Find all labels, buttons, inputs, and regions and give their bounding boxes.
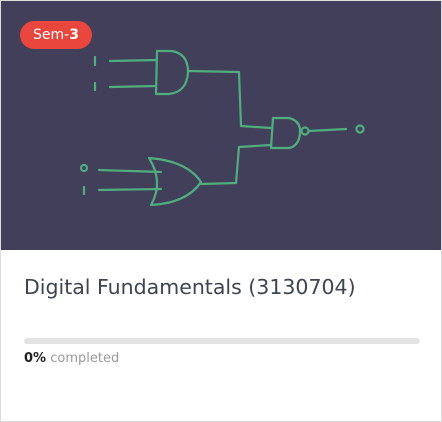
semester-badge: Sem-3	[20, 21, 92, 49]
progress-status: 0% completed	[24, 350, 119, 368]
course-title[interactable]: Digital Fundamentals (3130704)	[24, 272, 424, 302]
nand-gate-icon	[269, 116, 365, 150]
course-card[interactable]: Sem-3 Digital Fundamentals (3130704) 0% …	[0, 0, 442, 422]
course-thumbnail[interactable]: Sem-3	[1, 1, 441, 250]
and-gate-icon	[93, 49, 273, 130]
semester-badge-number: 3	[69, 27, 79, 43]
progress-label: completed	[50, 351, 120, 366]
progress-bar	[24, 338, 420, 344]
progress-percent: 0%	[24, 351, 47, 366]
semester-badge-prefix: Sem-	[33, 27, 70, 43]
or-gate-icon	[79, 143, 273, 207]
